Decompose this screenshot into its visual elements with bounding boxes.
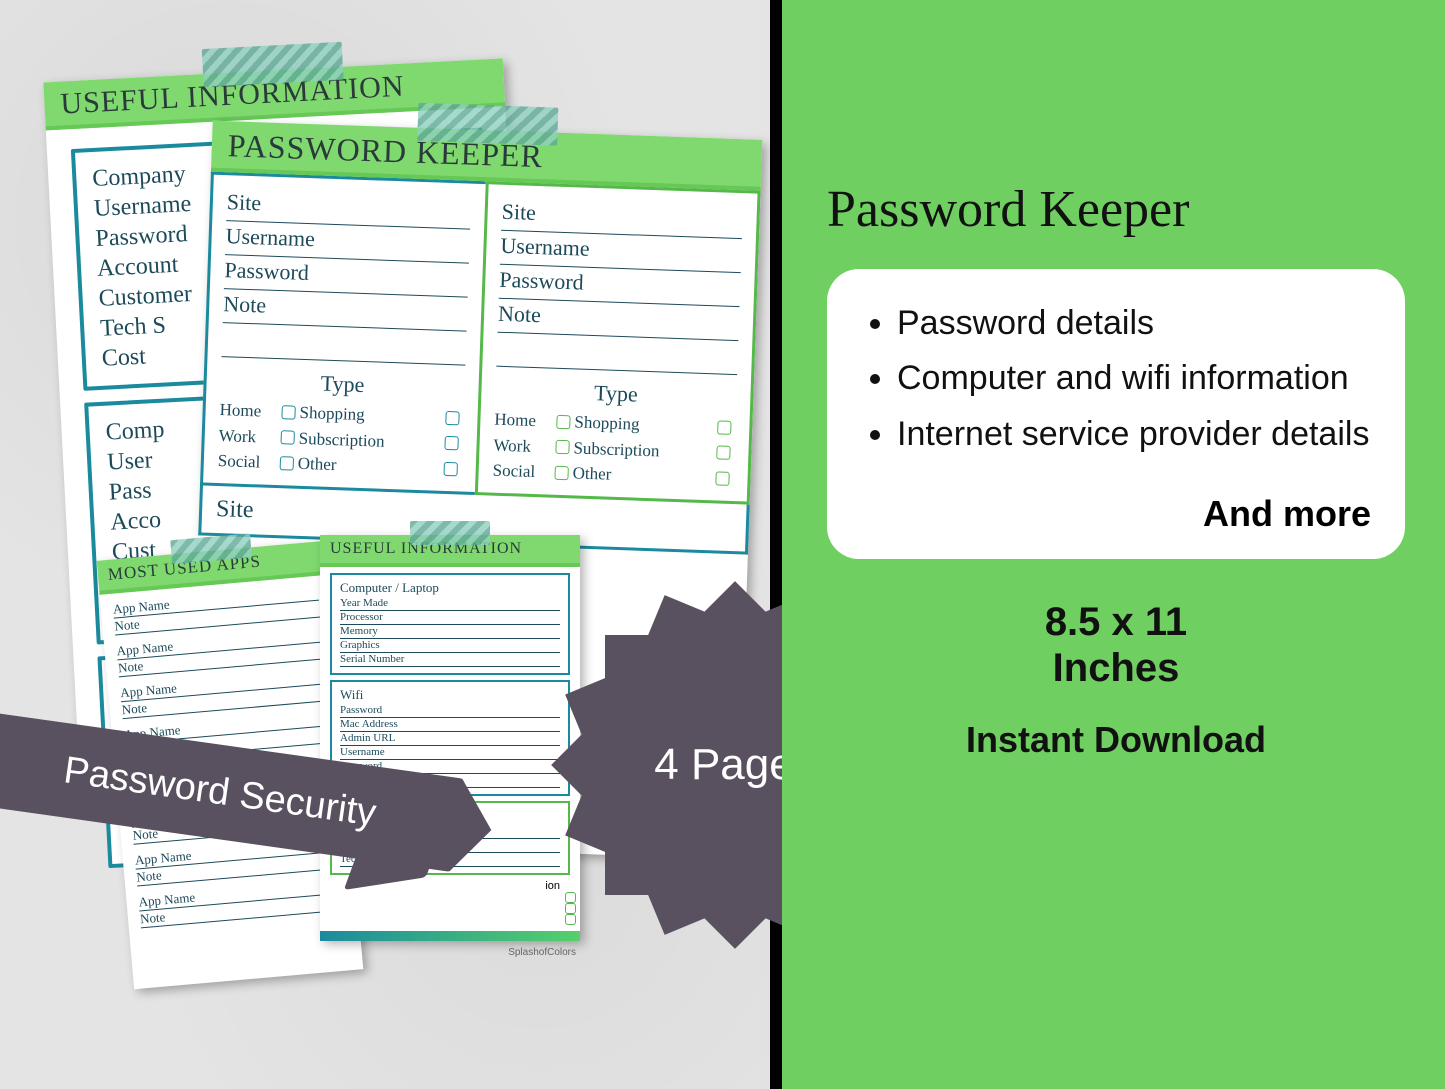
checkbox-icon[interactable]	[717, 420, 731, 434]
washi-tape-icon	[202, 42, 344, 87]
instant-download-label: Instant Download	[827, 719, 1405, 761]
ribbon-label: Password Security	[61, 749, 379, 835]
feature-item: Internet service provider details	[897, 410, 1371, 459]
checkbox-icon[interactable]	[280, 431, 294, 445]
product-promo-graphic: USEFUL INFORMATION Company Username Pass…	[0, 0, 1445, 1089]
checkbox-icon[interactable]	[554, 466, 568, 480]
field-label: Admin URL	[340, 732, 560, 746]
checkbox-icon[interactable]	[281, 405, 295, 419]
brand-label: SplashofColors	[320, 947, 580, 958]
section-heading: Wifi	[340, 687, 560, 703]
checkbox-icon[interactable]	[555, 440, 569, 454]
feature-list: Password details Computer and wifi infor…	[861, 299, 1371, 459]
feature-item: Password details	[897, 299, 1371, 348]
app-entry: App NameNote	[138, 877, 346, 929]
washi-tape-icon	[410, 521, 490, 545]
field-label: Username	[340, 746, 560, 760]
washi-tape-icon	[417, 103, 558, 146]
page4-checkbox-row	[320, 892, 580, 903]
product-title: Password Keeper	[827, 180, 1405, 239]
checkbox-icon[interactable]	[444, 436, 458, 450]
field-label: Memory	[340, 625, 560, 639]
info-section: Computer / LaptopYear MadeProcessorMemor…	[330, 573, 570, 675]
info-panel: Password Keeper Password details Compute…	[782, 0, 1445, 1089]
field-label: Year Made	[340, 597, 560, 611]
checkbox-icon[interactable]	[716, 446, 730, 460]
gradient-bar	[320, 931, 580, 941]
dimensions-label: 8.5 x 11 Inches	[827, 599, 1405, 691]
field-label: Graphics	[340, 639, 560, 653]
field-label: Serial Number	[340, 653, 560, 667]
checkbox-icon[interactable]	[445, 411, 459, 425]
field-label: Password	[340, 704, 560, 718]
page4-checkbox-row	[320, 914, 580, 925]
left-collage-area: USEFUL INFORMATION Company Username Pass…	[0, 0, 770, 1089]
field-label: Mac Address	[340, 718, 560, 732]
and-more-label: And more	[861, 493, 1371, 535]
feature-card: Password details Computer and wifi infor…	[827, 269, 1405, 559]
page4-checkbox-row	[320, 903, 580, 914]
pw-entry-right: SiteUsernamePasswordNoteTypeHomeShopping…	[475, 181, 761, 505]
feature-item: Computer and wifi information	[897, 354, 1371, 403]
field-label: Processor	[340, 611, 560, 625]
checkbox-icon[interactable]	[280, 456, 294, 470]
checkbox-icon[interactable]	[443, 462, 457, 476]
checkbox-icon[interactable]	[556, 414, 570, 428]
checkbox-icon[interactable]	[715, 472, 729, 486]
pw-entry-left: SiteUsernamePasswordNoteTypeHomeShopping…	[200, 172, 486, 496]
section-heading: Computer / Laptop	[340, 580, 560, 596]
vertical-divider	[770, 0, 782, 1089]
